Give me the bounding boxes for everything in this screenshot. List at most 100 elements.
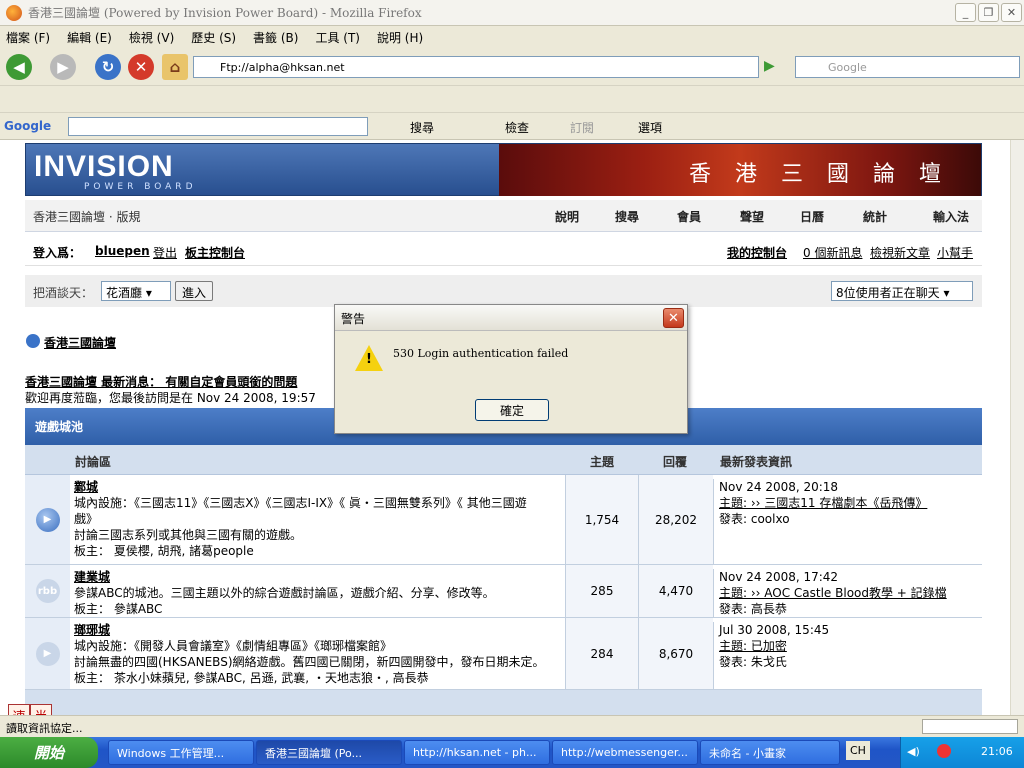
forum-status-icon[interactable]: ▶ [25,475,70,564]
forum-name[interactable]: 建業城 [74,569,584,585]
start-label: 開始 [34,744,65,762]
my-cp-link[interactable]: 我的控制台 [727,244,787,261]
security-icon[interactable] [937,744,951,758]
taskbar-item[interactable]: 香港三國論壇 (Po... [256,740,402,765]
online-select[interactable]: 8位使用者正在聊天 ▾ [831,281,973,301]
subscribe-button[interactable]: 訂閱 [570,119,594,136]
column-header: 討論區 主題 回覆 最新發表資訊 [25,445,982,475]
progress-box [922,719,1018,734]
nav-help[interactable]: 說明 [555,208,579,225]
nav-reputation[interactable]: 聲望 [740,208,764,225]
minimize-button[interactable]: _ [955,3,976,22]
go-icon[interactable]: ▶ [764,58,775,74]
nav-stats[interactable]: 統計 [863,208,887,225]
last-post-topic[interactable]: 主題: ›› AOC Castle Blood教學 + 記錄檔 [719,585,981,601]
menu-view[interactable]: 檢視 (V) [129,29,174,46]
last-post: Jul 30 2008, 15:45 主題: 已加密 發表: 朱戈氏 [713,622,981,689]
forum-name[interactable]: 鄴城 [74,479,584,495]
alert-dialog: 警告 ✕ ! 530 Login authentication failed 確… [334,304,688,434]
forum-desc: 參謀ABC的城池。三國主題以外的綜合遊戲討論區，遊戲介紹、分享、修改等。 [74,586,495,600]
view-new-link[interactable]: 檢視新文章 [870,244,930,261]
topic-count: 1,754 [565,475,638,564]
nav-search[interactable]: 搜尋 [615,208,639,225]
maximize-button[interactable]: ❐ [978,3,999,22]
last-post-topic[interactable]: 主題: 已加密 [719,638,981,654]
menu-help[interactable]: 說明 (H) [377,29,423,46]
login-strip: 登入爲： bluepen 登出 板主控制台 我的控制台 0 個新訊息 檢視新文章… [25,236,982,266]
vertical-scrollbar[interactable] [1010,140,1024,715]
stop-icon[interactable]: ✕ [128,54,154,80]
spellcheck-button[interactable]: 檢查 [505,119,529,136]
nav-members[interactable]: 會員 [677,208,701,225]
last-post-author[interactable]: 發表: 朱戈氏 [719,654,981,670]
taskbar-item[interactable]: http://webmessenger... [552,740,698,765]
volume-icon[interactable]: ◀) [907,745,920,758]
assistant-link[interactable]: 小幫手 [937,244,973,261]
clock: 21:06 [981,745,1013,758]
news-title[interactable]: 香港三國論壇 最新消息： 有關自定會員頭銜的問題 [25,373,297,390]
board-icon [26,334,40,348]
google-search-button[interactable]: 搜尋 [410,119,434,136]
window-title: 香港三國論壇 (Powered by Invision Power Board)… [28,6,422,20]
menu-history[interactable]: 歷史 (S) [191,29,236,46]
url-bar[interactable]: Ftp://alpha@hksan.net [193,56,759,78]
col-last-post: 最新發表資訊 [720,455,793,469]
forum-moderators[interactable]: 板主： 參謀ABC [74,601,584,617]
dialog-title: 警告 [335,305,687,331]
topic-count: 284 [565,618,638,689]
reload-icon[interactable]: ↻ [95,54,121,80]
menu-bookmarks[interactable]: 書籤 (B) [253,29,298,46]
dialog-close-button[interactable]: ✕ [663,308,684,328]
forum-status-icon[interactable]: rbb [25,565,70,617]
last-post-author[interactable]: 發表: 高長恭 [719,601,981,617]
category-title: 遊戲城池 [35,420,84,434]
forum-moderators[interactable]: 板主： 夏侯櫻, 胡飛, 諸葛people [74,543,584,559]
logout-link[interactable]: 登出 [153,244,177,261]
chat-strip: 把酒談天： 花酒廳 ▾ 進入 8位使用者正在聊天 ▾ [25,275,982,307]
options-button[interactable]: 選項 [638,119,662,136]
taskbar-item[interactable]: Windows 工作管理... [108,740,254,765]
menu-tools[interactable]: 工具 (T) [315,29,360,46]
google-logo[interactable]: Google [4,119,51,133]
menu-bar: 檔案 (F) 編輯 (E) 檢視 (V) 歷史 (S) 書籤 (B) 工具 (T… [0,26,1024,48]
language-indicator[interactable]: CH [846,741,870,760]
topic-count: 285 [565,565,638,617]
start-button[interactable]: 開始 [0,737,98,768]
nav-calendar[interactable]: 日曆 [800,208,824,225]
board-title[interactable]: 香港三國論壇 [44,334,116,351]
back-icon[interactable]: ◀ [6,54,32,80]
google-toolbar: Google 搜尋 檢查 訂閱 選項 [0,112,1024,140]
admin-cp-link[interactable]: 板主控制台 [185,244,245,261]
home-icon[interactable]: ⌂ [162,54,188,80]
welcome-text: 歡迎再度蒞臨，您最後訪問是在 Nov 24 2008, 19:57 [25,391,316,405]
chat-room-value: 花酒廳 [106,286,143,300]
forum-banner: INVISION POWER BOARD 香港三國論壇 [25,143,982,196]
close-button[interactable]: ✕ [1001,3,1022,22]
last-post: Nov 24 2008, 17:42 主題: ›› AOC Castle Blo… [713,569,981,617]
new-messages-link[interactable]: 0 個新訊息 [803,244,862,261]
last-post-topic[interactable]: 主題: ›› 三國志11 存檔劇本《岳飛傳》 [719,495,981,511]
search-placeholder: Google [828,60,867,74]
forum-name[interactable]: 瑯琊城 [74,622,584,638]
forum-moderators[interactable]: 板主： 茶水小妹蘋兒, 參謀ABC, 呂遜, 武襄, ・天地志狼・, 高長恭 [74,670,584,686]
system-tray: ◀) 21:06 [900,737,1024,768]
col-replies: 回覆 [663,455,688,469]
reply-count: 8,670 [638,618,713,689]
chat-room-select[interactable]: 花酒廳 ▾ [101,281,171,301]
taskbar-item[interactable]: 未命名 - 小畫家 [700,740,840,765]
last-post-author[interactable]: 發表: coolxo [719,511,981,527]
ok-button[interactable]: 確定 [475,399,549,421]
enter-chat-button[interactable]: 進入 [175,281,214,301]
forum-status-icon[interactable]: ▶ [25,618,70,689]
menu-file[interactable]: 檔案 (F) [6,29,50,46]
menu-edit[interactable]: 編輯 (E) [67,29,112,46]
google-search-input[interactable] [68,117,368,136]
taskbar-item[interactable]: http://hksan.net - ph... [404,740,550,765]
forward-icon[interactable]: ▶ [50,54,76,80]
username-link[interactable]: bluepen [95,244,150,258]
nav-ime[interactable]: 輸入法 [933,208,969,225]
breadcrumb[interactable]: 香港三國論壇 · 版規 [33,208,140,225]
url-text: Ftp://alpha@hksan.net [220,60,345,74]
forum-row: ▶ 鄴城 城內設施：《三國志11》《三國志X》《三國志I-IX》《 眞・三國無雙… [25,475,982,565]
web-search-input[interactable]: Google [795,56,1020,78]
